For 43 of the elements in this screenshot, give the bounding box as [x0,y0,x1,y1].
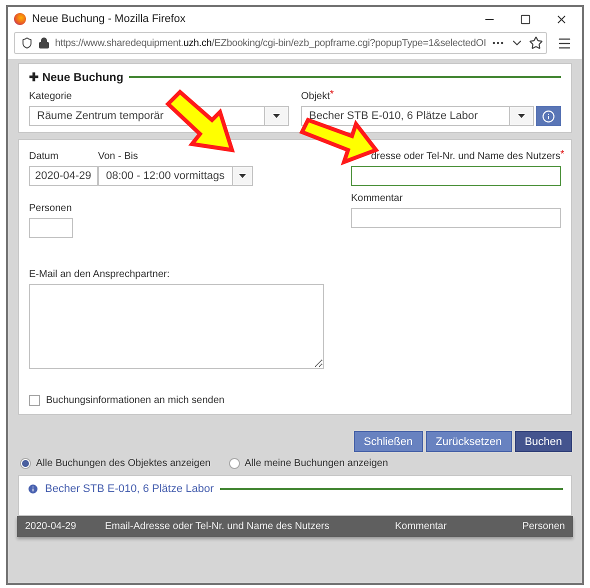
persons-field[interactable] [29,218,73,238]
caret-icon [518,114,525,118]
column-header: Personen [521,521,565,532]
object-select[interactable]: Becher STB E-010, 6 Plätze Labor [301,106,534,126]
user-field[interactable] [351,166,561,186]
browser-logo-icon [14,13,26,25]
radio-label: Alle meine Buchungen anzeigen [244,458,388,469]
action-button[interactable]: Buchen [514,431,572,452]
caret-icon [273,114,280,118]
comment-field[interactable] [351,208,561,228]
field-label: Kategorie [29,90,73,104]
section-title: ✚ Neue Buchung [29,71,124,84]
list-title: Becher STB E-010, 6 Plätze Labor [45,483,214,495]
checkbox-label: Buchungsinformationen an mich senden [46,395,224,406]
field-label: Von - Bis [98,150,140,164]
action-button[interactable]: Schließen [354,431,423,452]
address-bar[interactable]: https://www.sharedequipment.uzh.ch/EZbooking/cgi-bin/ezb_popframe.cgi?popupType=1&selectedOI [14,32,547,54]
column-header: Email-Adresse oder Tel-Nr. und Name des Nutzers [105,521,330,532]
info-button[interactable] [536,106,561,126]
lock-icon [38,37,50,49]
info-icon [542,110,555,122]
window-title: Neue Buchung - Mozilla Firefox [32,13,186,25]
category-select[interactable]: Räume Zentrum temporär [29,106,289,126]
field-label: E-Mail an den Ansprechpartner: [29,268,171,282]
column-header: Kommentar [395,521,448,532]
checkbox[interactable] [29,395,40,406]
column-header: 2020-04-29 [25,521,78,532]
radio-label: Alle Buchungen des Objektes anzeigen [36,458,211,469]
email-message-field[interactable] [29,284,324,369]
field-label: Datum [29,150,60,164]
field-label: Kommentar [351,192,404,206]
shield-icon[interactable] [21,37,33,49]
star-icon[interactable] [529,36,544,50]
caret-icon [238,174,246,178]
field-label: Objekt* [301,90,335,104]
info-icon [27,483,39,495]
field-label: Personen [29,202,73,216]
radio-button[interactable] [228,458,240,469]
time-select[interactable]: 08:00 - 12:00 vormittags [98,166,253,186]
radio-button[interactable] [20,458,31,469]
arrow-annotation [165,89,235,152]
date-field[interactable]: 2020-04-29 [29,166,98,186]
action-button[interactable]: Zurücksetzen [426,431,512,452]
